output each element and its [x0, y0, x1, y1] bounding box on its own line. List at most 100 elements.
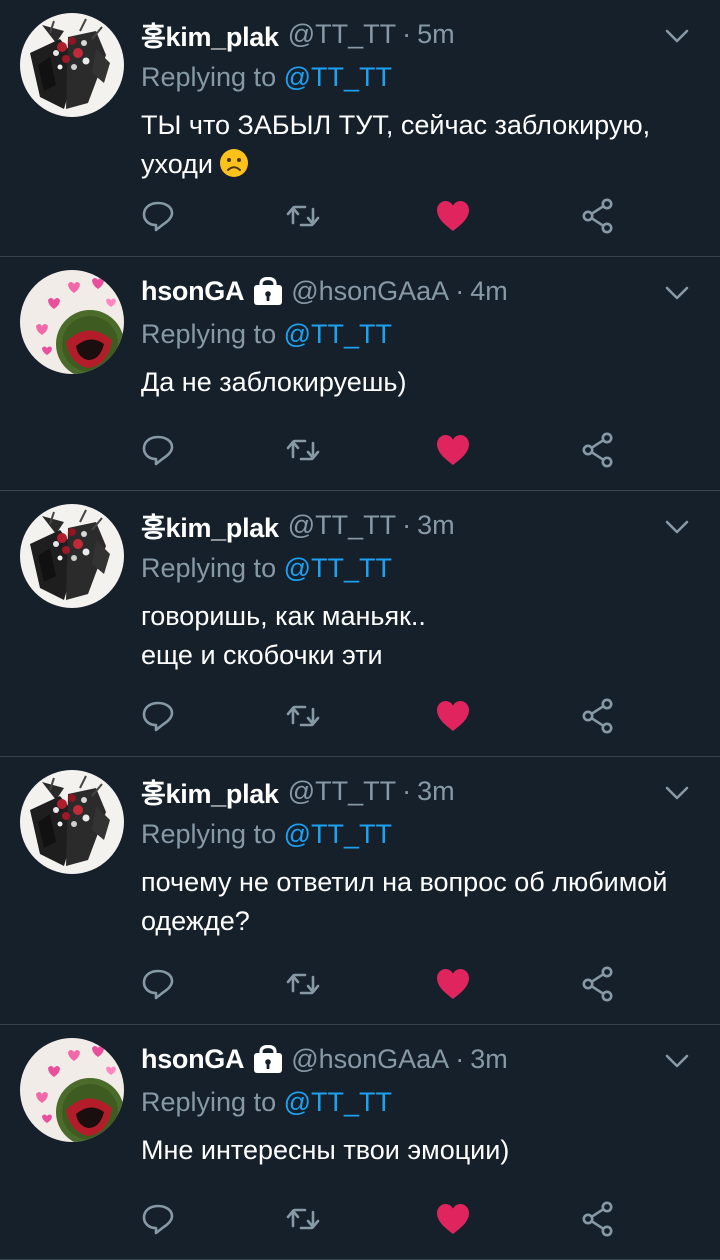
tweet-text: Мне интересны твои эмоции)	[141, 1131, 706, 1170]
mention-link[interactable]: @TT_TT	[284, 553, 392, 583]
tweet-text-content: ТЫ что ЗАБЫЛ ТУТ, сейчас заблокирую,	[141, 110, 651, 140]
tweet[interactable]: 홍kim_plak @TT_TT · 5m Replying to @TT_TT ТЫ ч…	[0, 0, 720, 257]
replying-to: Replying to @TT_TT	[141, 553, 392, 584]
avatar[interactable]	[20, 270, 124, 374]
tweet[interactable]: 홍kim_plak @TT_TT · 3m Replying to @TT_TT поче…	[0, 757, 720, 1025]
mention-link[interactable]: @TT_TT	[284, 1087, 392, 1117]
timestamp[interactable]: 3m	[417, 776, 455, 807]
replying-to-label: Replying to	[141, 319, 284, 349]
chevron-down-icon[interactable]	[664, 785, 690, 801]
tweet-text-line: Мне интересны твои эмоции)	[141, 1131, 706, 1170]
reply-icon[interactable]	[138, 964, 178, 1004]
action-bar	[0, 696, 720, 736]
replying-to-label: Replying to	[141, 62, 284, 92]
share-icon[interactable]	[577, 196, 617, 236]
timestamp[interactable]: 3m	[417, 510, 455, 541]
user-handle[interactable]: @hsonGAaA	[291, 1044, 449, 1075]
tweet[interactable]: hsonGA @hsonGAaA · 3m Replying to @TT_TT Мне …	[0, 1025, 720, 1260]
tweet[interactable]: hsonGA @hsonGAaA · 4m Replying to @TT_TT Да н…	[0, 257, 720, 491]
retweet-icon[interactable]	[283, 964, 323, 1004]
like-icon[interactable]	[433, 696, 473, 736]
chevron-down-icon[interactable]	[664, 285, 690, 301]
tweet-text-content: одежде?	[141, 906, 250, 936]
avatar[interactable]	[20, 770, 124, 874]
retweet-icon[interactable]	[283, 696, 323, 736]
chevron-down-icon[interactable]	[664, 28, 690, 44]
mention-link[interactable]: @TT_TT	[284, 62, 392, 92]
retweet-icon[interactable]	[283, 196, 323, 236]
chevron-down-icon[interactable]	[664, 1053, 690, 1069]
tweet-text-line: уходи	[141, 145, 706, 184]
like-icon[interactable]	[433, 430, 473, 470]
tweet-text-line: говоришь, как маньяк..	[141, 597, 706, 636]
tweet-text-line: одежде?	[141, 902, 706, 941]
like-icon[interactable]	[433, 1199, 473, 1239]
tweet-header: 홍kim_plak @TT_TT · 5m	[141, 15, 455, 54]
replying-to: Replying to @TT_TT	[141, 62, 392, 93]
action-bar	[0, 1199, 720, 1239]
tweet-header: 홍kim_plak @TT_TT · 3m	[141, 506, 455, 545]
mention-link[interactable]: @TT_TT	[284, 819, 392, 849]
display-name[interactable]: hsonGA	[141, 276, 245, 307]
reply-icon[interactable]	[138, 196, 178, 236]
chevron-down-icon[interactable]	[664, 519, 690, 535]
reply-icon[interactable]	[138, 696, 178, 736]
display-name[interactable]: 홍kim_plak	[141, 772, 279, 811]
user-handle[interactable]: @TT_TT	[288, 510, 396, 541]
tweet-text-line: еще и скобочки эти	[141, 636, 706, 675]
tweet-text-content: почему не ответил на вопрос об любимой	[141, 867, 668, 897]
tweet-text: ТЫ что ЗАБЫЛ ТУТ, сейчас заблокирую, уход…	[141, 106, 706, 184]
tweet-text-line: Да не заблокируешь)	[141, 363, 706, 402]
replying-to: Replying to @TT_TT	[141, 819, 392, 850]
reply-icon[interactable]	[138, 430, 178, 470]
tweet-header: hsonGA @hsonGAaA · 3m	[141, 1042, 508, 1076]
reply-icon[interactable]	[138, 1199, 178, 1239]
tweet[interactable]: 홍kim_plak @TT_TT · 3m Replying to @TT_TT гово…	[0, 491, 720, 757]
tweet-text-content: еще и скобочки эти	[141, 640, 383, 670]
tweet-header: 홍kim_plak @TT_TT · 3m	[141, 772, 455, 811]
lock-icon	[254, 276, 283, 305]
share-icon[interactable]	[577, 430, 617, 470]
tweet-text-content: Да не заблокируешь)	[141, 367, 407, 397]
share-icon[interactable]	[577, 696, 617, 736]
tweet-text: Да не заблокируешь)	[141, 363, 706, 402]
user-handle[interactable]: @TT_TT	[288, 19, 396, 50]
separator-dot: ·	[455, 275, 465, 306]
action-bar	[0, 430, 720, 470]
user-handle[interactable]: @hsonGAaA	[291, 276, 449, 307]
timestamp[interactable]: 5m	[417, 19, 455, 50]
frowning-face-icon	[219, 148, 249, 178]
timestamp[interactable]: 4m	[470, 276, 508, 307]
separator-dot: ·	[402, 775, 412, 806]
display-name[interactable]: 홍kim_plak	[141, 15, 279, 54]
tweet-text-content: говоришь, как маньяк..	[141, 601, 426, 631]
mention-link[interactable]: @TT_TT	[284, 319, 392, 349]
avatar[interactable]	[20, 1038, 124, 1142]
replying-to-label: Replying to	[141, 1087, 284, 1117]
tweet-text-line: ТЫ что ЗАБЫЛ ТУТ, сейчас заблокирую,	[141, 106, 706, 145]
avatar[interactable]	[20, 13, 124, 117]
user-handle[interactable]: @TT_TT	[288, 776, 396, 807]
action-bar	[0, 196, 720, 236]
replying-to-label: Replying to	[141, 819, 284, 849]
tweet-text-content: Мне интересны твои эмоции)	[141, 1135, 510, 1165]
separator-dot: ·	[402, 509, 412, 540]
tweet-text-content: уходи	[141, 149, 213, 179]
share-icon[interactable]	[577, 964, 617, 1004]
like-icon[interactable]	[433, 196, 473, 236]
replying-to-label: Replying to	[141, 553, 284, 583]
tweet-text: почему не ответил на вопрос об любимой од…	[141, 863, 706, 941]
retweet-icon[interactable]	[283, 430, 323, 470]
replying-to: Replying to @TT_TT	[141, 1087, 392, 1118]
share-icon[interactable]	[577, 1199, 617, 1239]
display-name[interactable]: 홍kim_plak	[141, 506, 279, 545]
timestamp[interactable]: 3m	[470, 1044, 508, 1075]
tweet-header: hsonGA @hsonGAaA · 4m	[141, 274, 508, 308]
tweet-text-line: почему не ответил на вопрос об любимой	[141, 863, 706, 902]
like-icon[interactable]	[433, 964, 473, 1004]
display-name[interactable]: hsonGA	[141, 1044, 245, 1075]
retweet-icon[interactable]	[283, 1199, 323, 1239]
replying-to: Replying to @TT_TT	[141, 319, 392, 350]
avatar[interactable]	[20, 504, 124, 608]
lock-icon	[254, 1044, 283, 1073]
